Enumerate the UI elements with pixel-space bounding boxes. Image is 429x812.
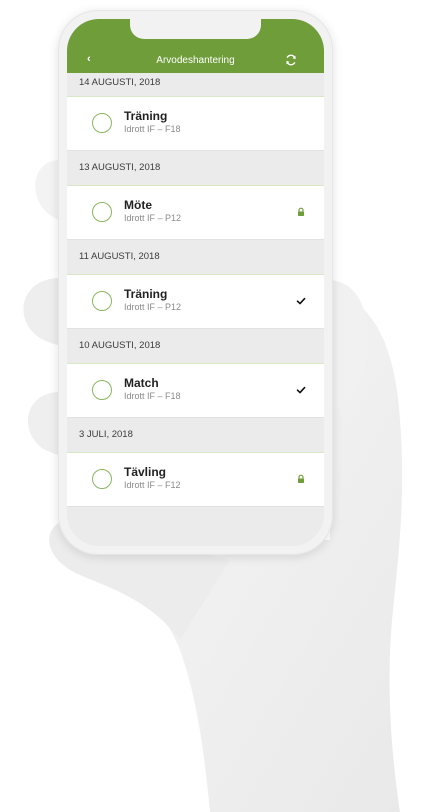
checkmark-icon: [296, 386, 306, 394]
item-name: Match: [124, 376, 159, 390]
date-header: 3 JULI, 2018: [67, 418, 324, 452]
date-header: 10 AUGUSTI, 2018: [67, 329, 324, 363]
list-item[interactable]: Möte Idrott IF – P12: [67, 185, 324, 240]
item-name: Tävling: [124, 465, 167, 479]
lock-icon: [298, 474, 304, 483]
item-name: Möte: [124, 198, 152, 212]
lock-icon: [298, 207, 304, 216]
select-circle[interactable]: [92, 291, 112, 311]
item-subtitle: Idrott IF – F18: [124, 124, 181, 134]
event-list: 14 AUGUSTI, 2018 Träning Idrott IF – F18…: [67, 73, 324, 546]
date-header: 13 AUGUSTI, 2018: [67, 151, 324, 185]
item-subtitle: Idrott IF – P12: [124, 213, 182, 223]
refresh-icon[interactable]: [285, 54, 297, 66]
select-circle[interactable]: [92, 202, 112, 222]
select-circle[interactable]: [92, 469, 112, 489]
item-subtitle: Idrott IF – F12: [124, 480, 181, 490]
select-circle[interactable]: [92, 113, 112, 133]
list-footer: [67, 507, 324, 546]
list-item[interactable]: Match Idrott IF – F18: [67, 363, 324, 418]
list-item[interactable]: Träning Idrott IF – P12: [67, 274, 324, 329]
stage: ‹ Arvodeshantering 14 AUGUSTI, 2018 Trän…: [0, 0, 429, 812]
item-name: Träning: [124, 109, 168, 123]
item-subtitle: Idrott IF – F18: [124, 391, 181, 401]
item-name: Träning: [124, 287, 168, 301]
item-subtitle: Idrott IF – P12: [124, 302, 182, 312]
list-item[interactable]: Träning Idrott IF – F18: [67, 96, 324, 151]
date-header: 14 AUGUSTI, 2018: [67, 73, 324, 96]
list-item[interactable]: Tävling Idrott IF – F12: [67, 452, 324, 507]
date-header: 11 AUGUSTI, 2018: [67, 240, 324, 274]
phone-notch: [130, 19, 261, 39]
checkmark-icon: [296, 297, 306, 305]
select-circle[interactable]: [92, 380, 112, 400]
phone-frame: ‹ Arvodeshantering 14 AUGUSTI, 2018 Trän…: [58, 10, 333, 555]
phone-screen: ‹ Arvodeshantering 14 AUGUSTI, 2018 Trän…: [67, 19, 324, 546]
